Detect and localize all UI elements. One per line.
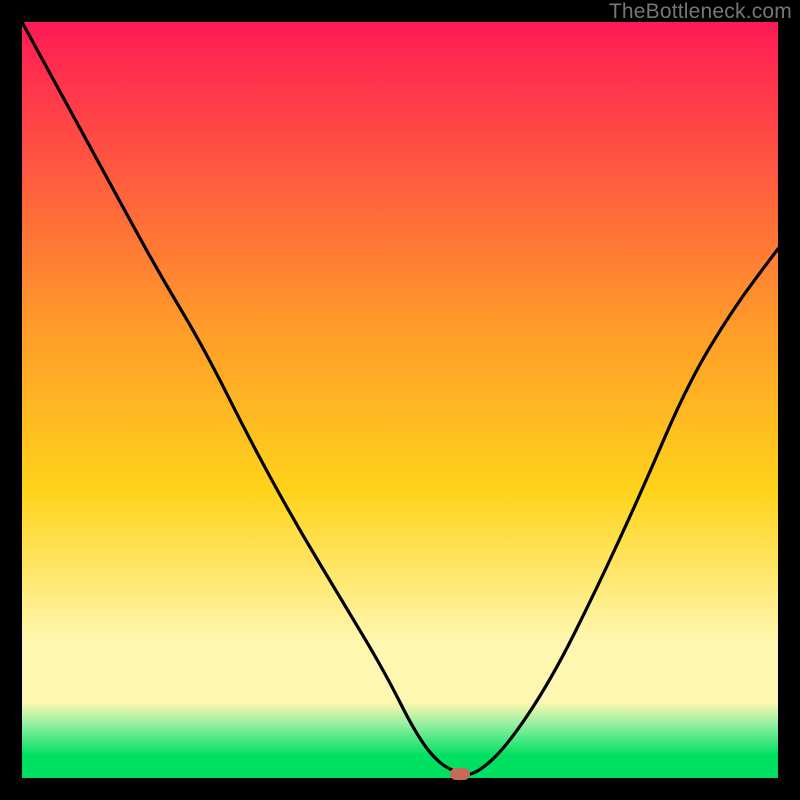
plot-area	[22, 22, 778, 778]
watermark-label: TheBottleneck.com	[609, 0, 792, 24]
chart-frame: TheBottleneck.com	[0, 0, 800, 800]
minimum-marker	[450, 768, 470, 780]
bottleneck-curve	[22, 22, 778, 774]
curve-svg	[22, 22, 778, 778]
